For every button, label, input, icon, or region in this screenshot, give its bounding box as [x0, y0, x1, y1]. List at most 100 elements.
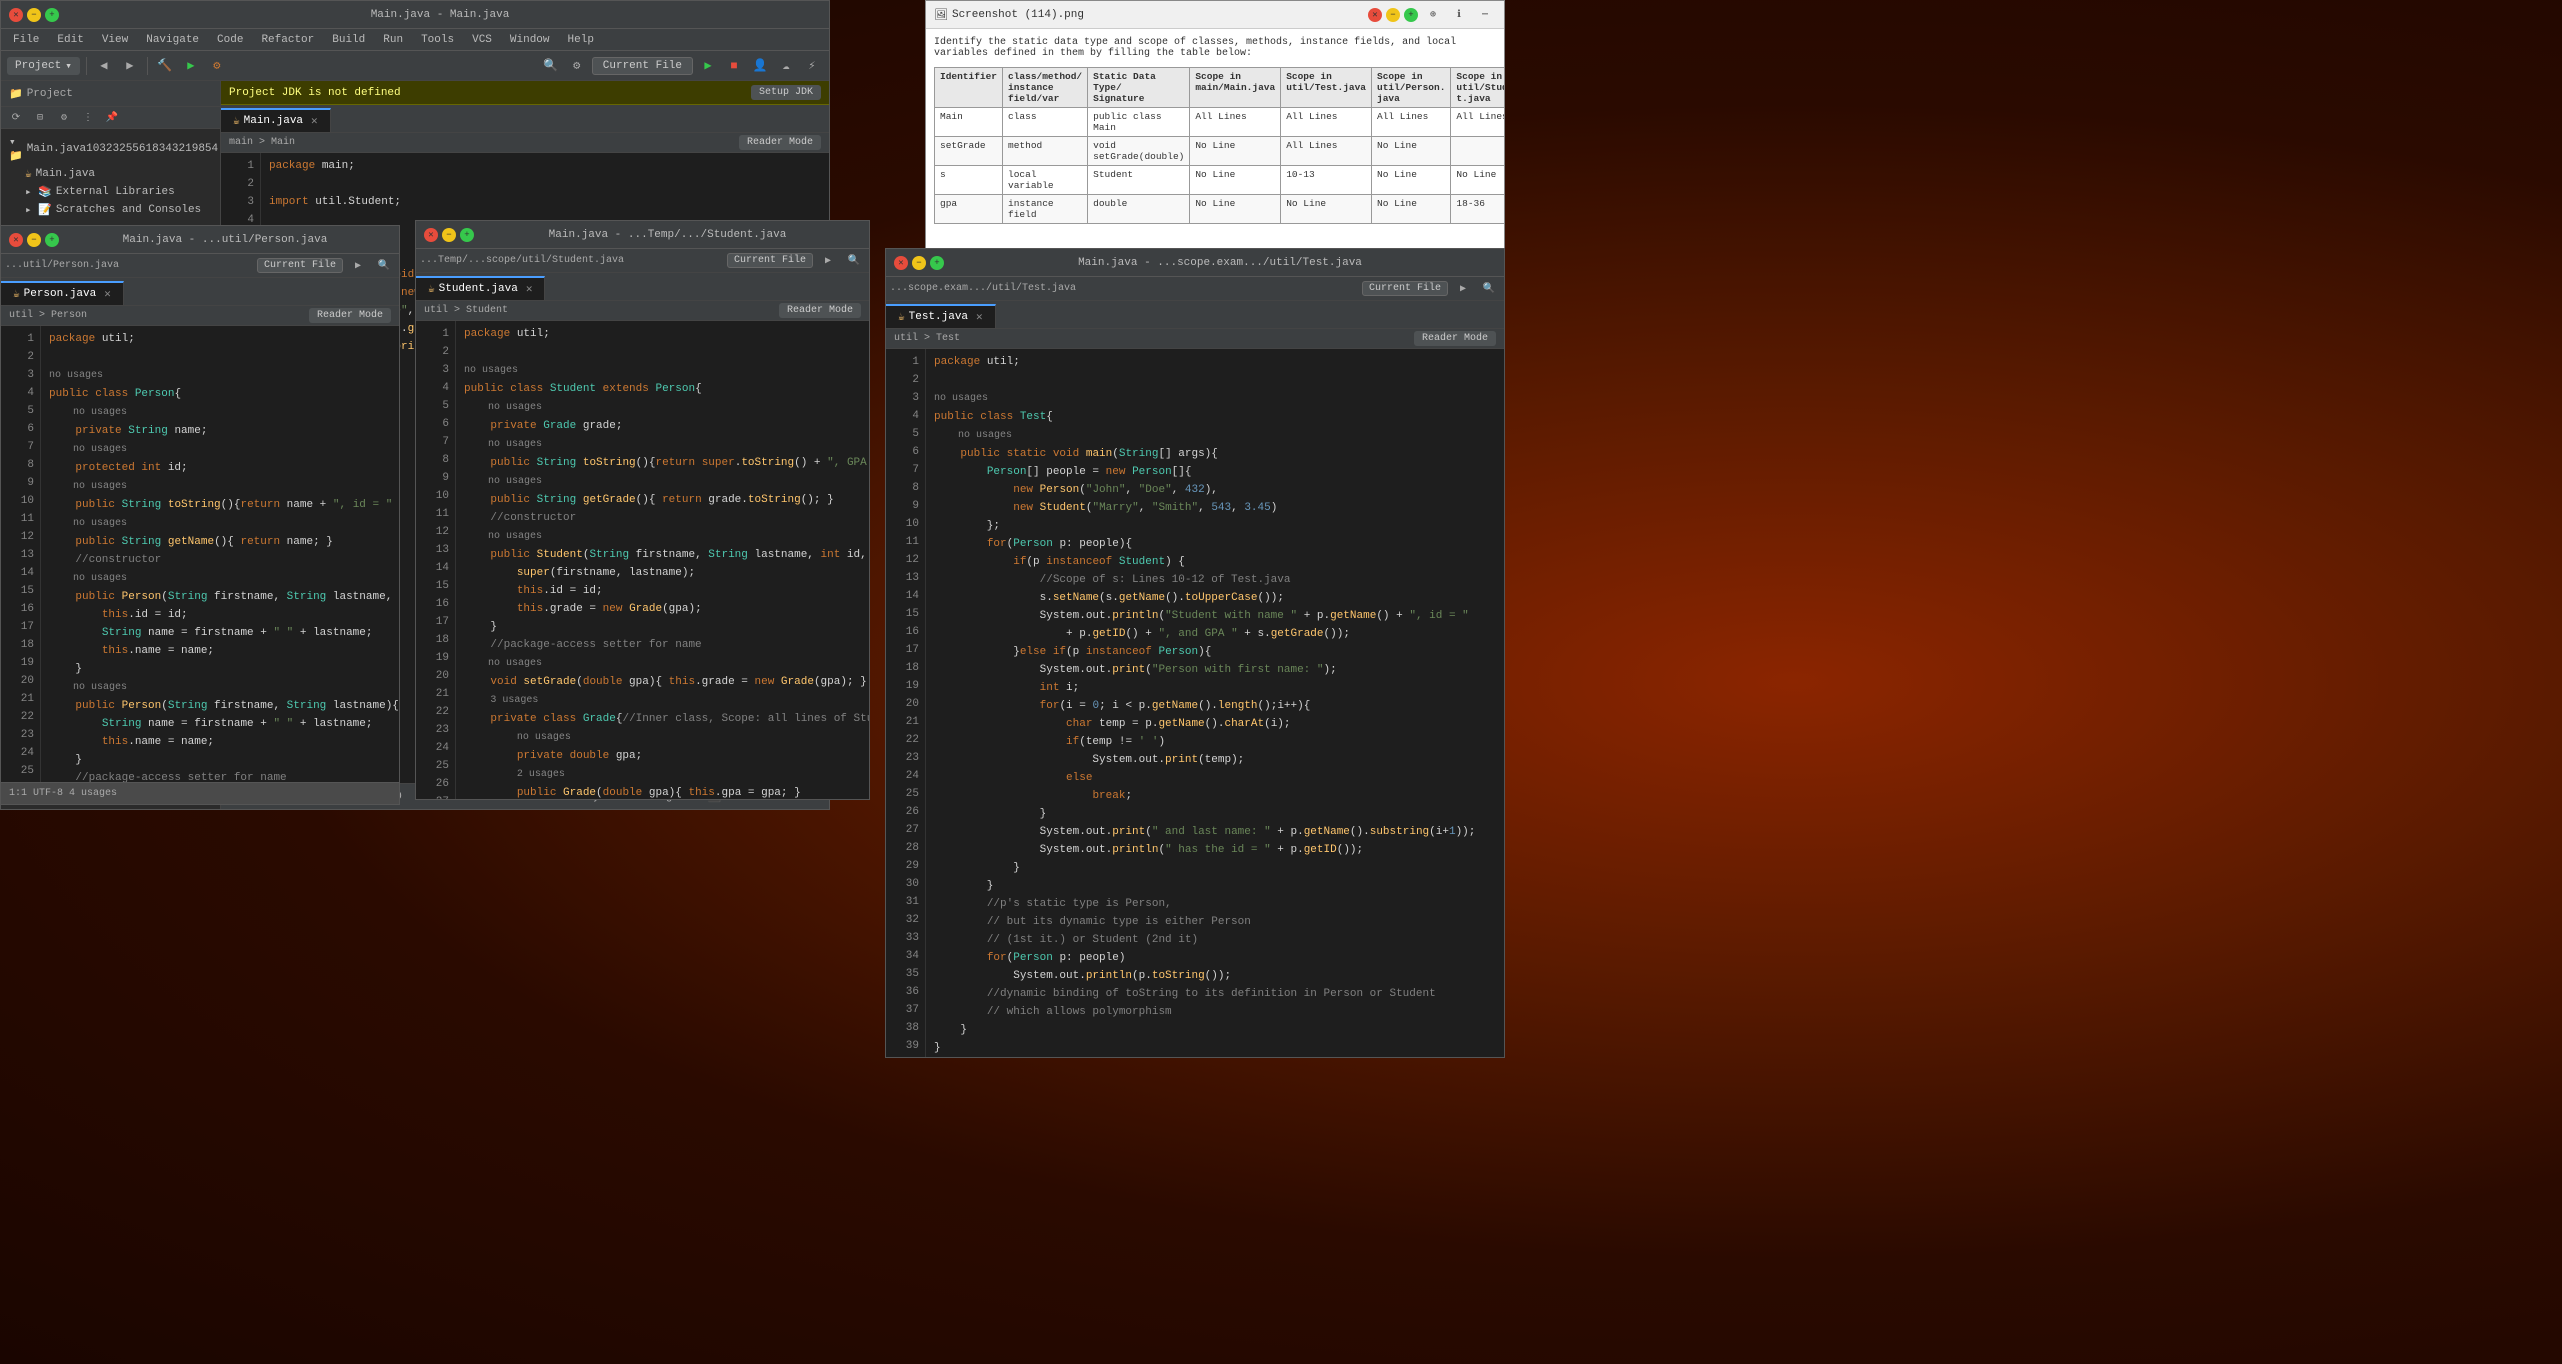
tab-person-java[interactable]: ☕ Person.java ✕ — [1, 281, 124, 305]
reader-mode-btn-main[interactable]: Reader Mode — [739, 135, 821, 150]
test-tab-icon: ☕ — [898, 310, 905, 324]
toolbar-separator-1 — [86, 57, 87, 75]
test-toolbar: ...scope.exam.../util/Test.java Current … — [886, 277, 1504, 301]
student-run-btn[interactable]: ▶ — [817, 250, 839, 272]
test-window-controls: ✕ − + — [894, 256, 944, 270]
person-ide-window: ✕ − + Main.java - ...util/Person.java ..… — [0, 225, 400, 805]
test-maximize-btn[interactable]: + — [930, 256, 944, 270]
person-code-editor[interactable]: 12345 678910 1112131415 1617181920 21222… — [1, 326, 399, 782]
scope-table: Identifier class/method/instance field/v… — [934, 67, 1504, 224]
person-search-btn[interactable]: 🔍 — [373, 255, 395, 277]
java-file-icon: ☕ — [25, 167, 32, 181]
toolbar-btn-2[interactable]: ▶ — [119, 55, 141, 77]
menu-refactor[interactable]: Refactor — [253, 32, 322, 48]
tree-scratches[interactable]: ▸ 📝 Scratches and Consoles — [1, 201, 220, 219]
screenshot-question: Identify the static data type and scope … — [934, 37, 1496, 59]
col-class-method: class/method/instance field/var — [1003, 68, 1088, 108]
debug-button[interactable]: ⚙ — [206, 55, 228, 77]
test-run-btn[interactable]: ▶ — [1452, 278, 1474, 300]
student-maximize-btn[interactable]: + — [460, 228, 474, 242]
build-button[interactable]: 🔨 — [154, 55, 176, 77]
maximize-button[interactable]: + — [45, 8, 59, 22]
settings-button[interactable]: ⚙ — [566, 55, 588, 77]
student-close-btn[interactable]: ✕ — [424, 228, 438, 242]
current-file-badge[interactable]: Current File — [592, 57, 693, 75]
run-button[interactable]: ▶ — [180, 55, 202, 77]
student-tab-close[interactable]: ✕ — [526, 282, 533, 296]
minimize-button[interactable]: − — [27, 8, 41, 22]
menu-run[interactable]: Run — [375, 32, 411, 48]
table-row-gpa: gpa instance field double No Line No Lin… — [935, 195, 1505, 224]
person-run-btn[interactable]: ▶ — [347, 255, 369, 277]
sidebar-more-btn[interactable]: ⋮ — [77, 107, 99, 129]
student-minimize-btn[interactable]: − — [442, 228, 456, 242]
person-minimize-btn[interactable]: − — [27, 233, 41, 247]
tab-student-java[interactable]: ☕ Student.java ✕ — [416, 276, 545, 300]
toolbar-extra-1[interactable]: 👤 — [749, 55, 771, 77]
test-code-editor[interactable]: 12345 678910 1112131415 1617181920 21222… — [886, 349, 1504, 1057]
person-reader-mode-btn[interactable]: Reader Mode — [309, 308, 391, 323]
tree-root[interactable]: ▾ 📁 Main.java10323255618343219854 — [1, 133, 220, 165]
scratches-icon: ▸ 📝 — [25, 203, 52, 217]
student-reader-mode-btn[interactable]: Reader Mode — [779, 303, 861, 318]
tab-main-java[interactable]: ☕ Main.java ✕ — [221, 108, 331, 132]
menu-edit[interactable]: Edit — [49, 32, 91, 48]
person-maximize-btn[interactable]: + — [45, 233, 59, 247]
notification-text: Project JDK is not defined — [229, 87, 401, 99]
menu-tools[interactable]: Tools — [413, 32, 462, 48]
stop-btn[interactable]: ■ — [723, 55, 745, 77]
tab-test-java[interactable]: ☕ Test.java ✕ — [886, 304, 996, 328]
tab-main-java-icon: ☕ — [233, 114, 240, 128]
toolbar-extra-3[interactable]: ⚡ — [801, 55, 823, 77]
test-search-btn[interactable]: 🔍 — [1478, 278, 1500, 300]
menu-view[interactable]: View — [94, 32, 136, 48]
screenshot-close-btn[interactable]: ✕ — [1368, 8, 1382, 22]
screenshot-info-btn[interactable]: ℹ — [1448, 4, 1470, 26]
toolbar-btn-1[interactable]: ◀ — [93, 55, 115, 77]
screenshot-maximize-btn[interactable]: + — [1404, 8, 1418, 22]
collapse-btn[interactable]: ⊟ — [29, 107, 51, 129]
test-minimize-btn[interactable]: − — [912, 256, 926, 270]
search-button[interactable]: 🔍 — [540, 55, 562, 77]
tree-ext-libs[interactable]: ▸ 📚 External Libraries — [1, 183, 220, 201]
toolbar-extra-2[interactable]: ☁ — [775, 55, 797, 77]
close-button[interactable]: ✕ — [9, 8, 23, 22]
menu-navigate[interactable]: Navigate — [138, 32, 207, 48]
test-tab-label: Test.java — [909, 311, 968, 323]
student-search-btn[interactable]: 🔍 — [843, 250, 865, 272]
settings-small-btn[interactable]: ⚙ — [53, 107, 75, 129]
screenshot-zoom-btn[interactable]: ⊕ — [1422, 4, 1444, 26]
student-code-content[interactable]: package util; no usages public class Stu… — [456, 321, 869, 799]
project-selector[interactable]: Project ▾ — [7, 57, 80, 75]
setup-jdk-btn[interactable]: Setup JDK — [751, 85, 821, 100]
menu-help[interactable]: Help — [560, 32, 602, 48]
menu-file[interactable]: File — [5, 32, 47, 48]
person-tab-close[interactable]: ✕ — [104, 287, 111, 301]
tab-main-java-close[interactable]: ✕ — [311, 114, 318, 128]
menu-vcs[interactable]: VCS — [464, 32, 500, 48]
test-tab-close[interactable]: ✕ — [976, 310, 983, 324]
tree-main-java[interactable]: ☕ Main.java — [1, 165, 220, 183]
sync-btn[interactable]: ⟳ — [5, 107, 27, 129]
screenshot-minimize-btn[interactable]: − — [1386, 8, 1400, 22]
sidebar-pin-btn[interactable]: 📌 — [101, 107, 123, 129]
person-tab-icon: ☕ — [13, 287, 20, 301]
test-reader-mode-btn[interactable]: Reader Mode — [1414, 331, 1496, 346]
cell-gpa-scope-main: No Line — [1190, 195, 1281, 224]
person-current-file-badge[interactable]: Current File — [257, 258, 343, 273]
menu-window[interactable]: Window — [502, 32, 558, 48]
student-current-file-badge[interactable]: Current File — [727, 253, 813, 268]
student-code-editor[interactable]: 12345 678910 1112131415 1617181920 21222… — [416, 321, 869, 799]
test-code-content[interactable]: package util; no usages public class Tes… — [926, 349, 1504, 1057]
screenshot-titlebar: 🖼 Screenshot (114).png ✕ − + ⊕ ℹ ⋯ — [926, 1, 1504, 29]
person-line-numbers: 12345 678910 1112131415 1617181920 21222… — [1, 326, 41, 782]
test-close-btn[interactable]: ✕ — [894, 256, 908, 270]
test-current-file-badge[interactable]: Current File — [1362, 281, 1448, 296]
run-config-btn[interactable]: ▶ — [697, 55, 719, 77]
screenshot-more-btn[interactable]: ⋯ — [1474, 4, 1496, 26]
person-close-btn[interactable]: ✕ — [9, 233, 23, 247]
person-code-content[interactable]: package util; no usages public class Per… — [41, 326, 399, 782]
menu-build[interactable]: Build — [324, 32, 373, 48]
menu-code[interactable]: Code — [209, 32, 251, 48]
person-breadcrumb-inner: util > Person — [9, 310, 87, 321]
